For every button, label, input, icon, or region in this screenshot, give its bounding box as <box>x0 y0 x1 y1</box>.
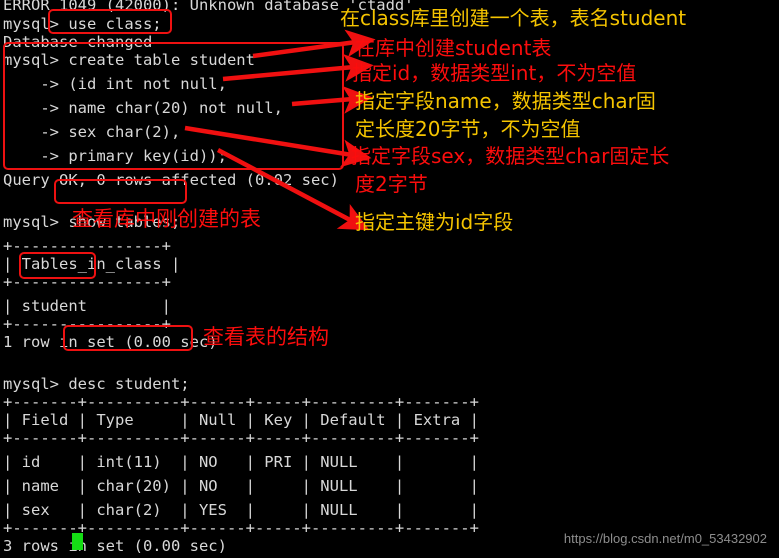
terminal-line: mysql> create table student <box>3 51 255 69</box>
annotation-label: 指定字段name，数据类型char固 <box>355 89 656 113</box>
annotation-label: 指定id，数据类型int，不为空值 <box>352 61 637 85</box>
terminal-line: -> name char(20) not null, <box>3 99 283 117</box>
terminal-line: +----------------+ <box>3 273 171 291</box>
annotation-label: 查看表的结构 <box>203 325 329 349</box>
terminal-line: -> sex char(2), <box>3 123 181 141</box>
terminal-screenshot: ERROR 1049 (42000): Unknown database 'ct… <box>0 0 779 558</box>
terminal-line: Query OK, 0 rows affected (0.02 sec) <box>3 171 339 189</box>
terminal-line: +-------+----------+------+-----+-------… <box>3 429 479 447</box>
annotation-label: 查看库中刚创建的表 <box>72 207 261 231</box>
annotation-label: 指定主键为id字段 <box>355 210 514 234</box>
watermark: https://blog.csdn.net/m0_53432902 <box>563 531 767 546</box>
terminal-cursor <box>72 533 83 550</box>
annotation-label: 指定字段sex，数据类型char固定长 <box>351 144 670 168</box>
terminal-line: -> primary key(id)); <box>3 147 227 165</box>
terminal-line: | name | char(20) | NO | | NULL | | <box>3 477 479 495</box>
terminal-line: 1 row in set (0.00 sec) <box>3 333 218 351</box>
annotation-label: 定长度20字节，不为空值 <box>355 117 581 141</box>
annotation-label: 在库中创建student表 <box>355 36 552 60</box>
terminal-line: 3 rows in set (0.00 sec) <box>3 537 227 555</box>
terminal-line: -> (id int not null, <box>3 75 227 93</box>
annotation-label: 度2字节 <box>355 172 428 196</box>
annotation-label: 在class库里创建一个表，表名student <box>340 6 687 30</box>
terminal-line: | id | int(11) | NO | PRI | NULL | | <box>3 453 479 471</box>
